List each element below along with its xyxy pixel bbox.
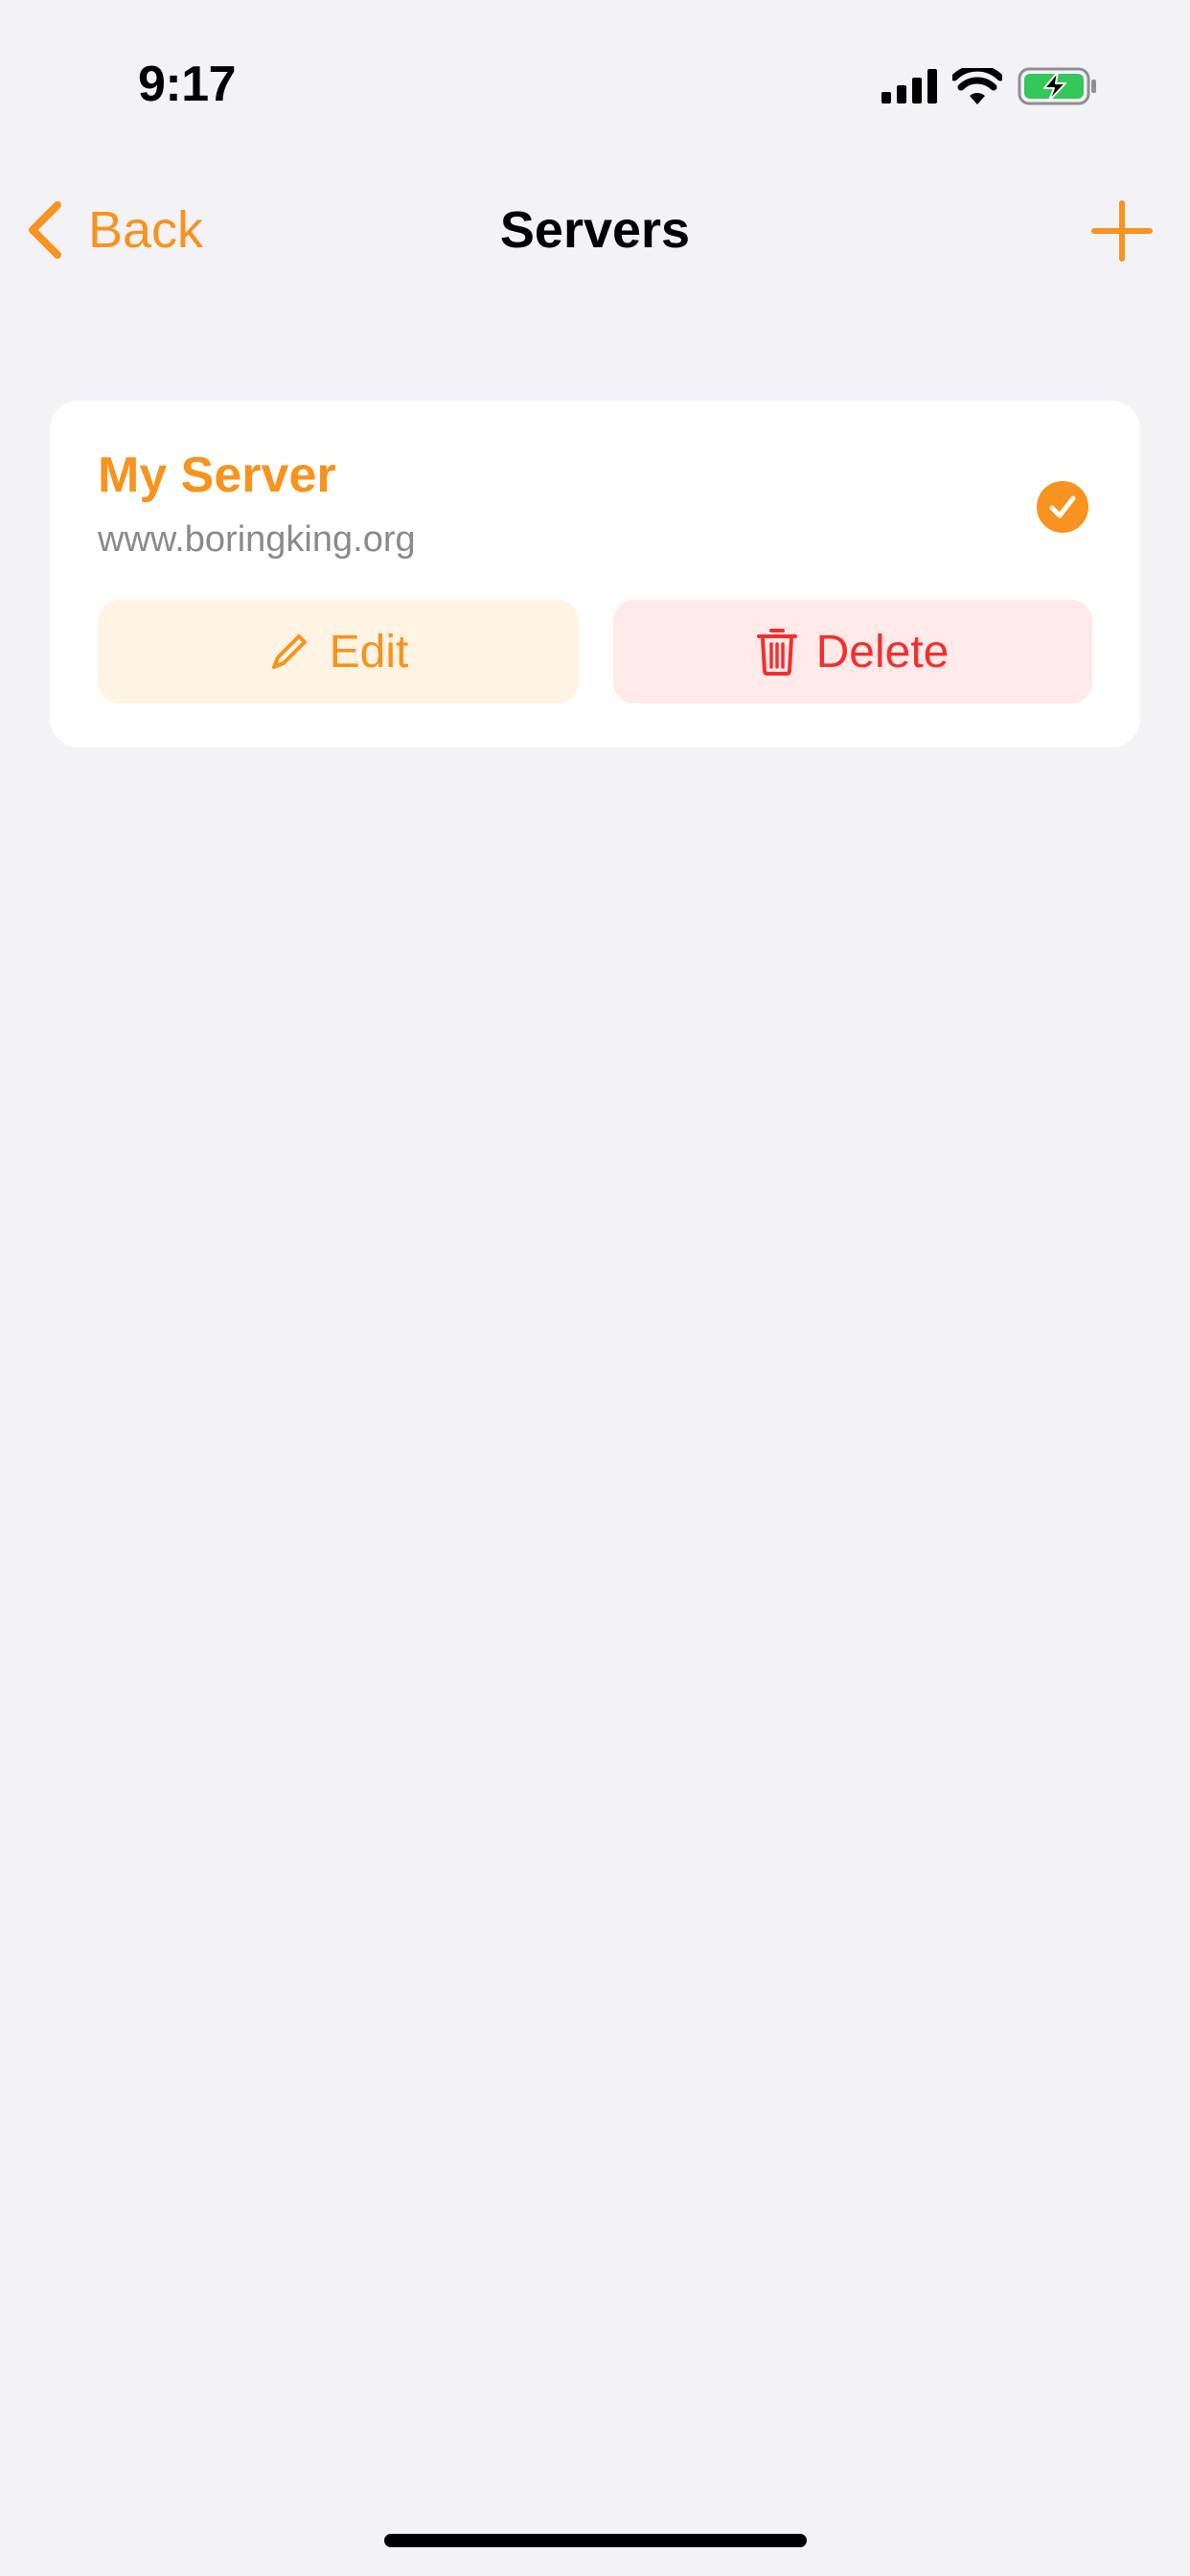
- delete-button[interactable]: Delete: [613, 600, 1092, 703]
- server-url: www.boringking.org: [98, 519, 416, 560]
- plus-icon: [1091, 200, 1153, 262]
- status-icons: [881, 67, 1098, 105]
- pencil-icon: [271, 634, 307, 669]
- wifi-icon: [952, 68, 1002, 104]
- navigation-bar: Back Servers: [0, 172, 1190, 288]
- edit-button[interactable]: Edit: [98, 600, 579, 703]
- server-card[interactable]: My Server www.boringking.org Edit Delete: [50, 401, 1140, 748]
- cellular-signal-icon: [881, 69, 937, 104]
- battery-charging-icon: [1018, 67, 1096, 105]
- status-bar: 9:17: [0, 0, 1190, 163]
- back-button-label: Back: [88, 201, 204, 259]
- back-button[interactable]: Back: [25, 194, 203, 266]
- home-indicator[interactable]: [384, 2534, 807, 2547]
- edit-button-label: Edit: [329, 626, 409, 678]
- add-server-button[interactable]: [1088, 197, 1156, 264]
- delete-button-label: Delete: [815, 626, 950, 678]
- chevron-left-icon: [29, 201, 61, 259]
- status-time: 9:17: [138, 57, 237, 112]
- server-name: My Server: [98, 448, 336, 503]
- trash-icon: [756, 629, 797, 676]
- checkmark-circle-icon: [1037, 481, 1088, 533]
